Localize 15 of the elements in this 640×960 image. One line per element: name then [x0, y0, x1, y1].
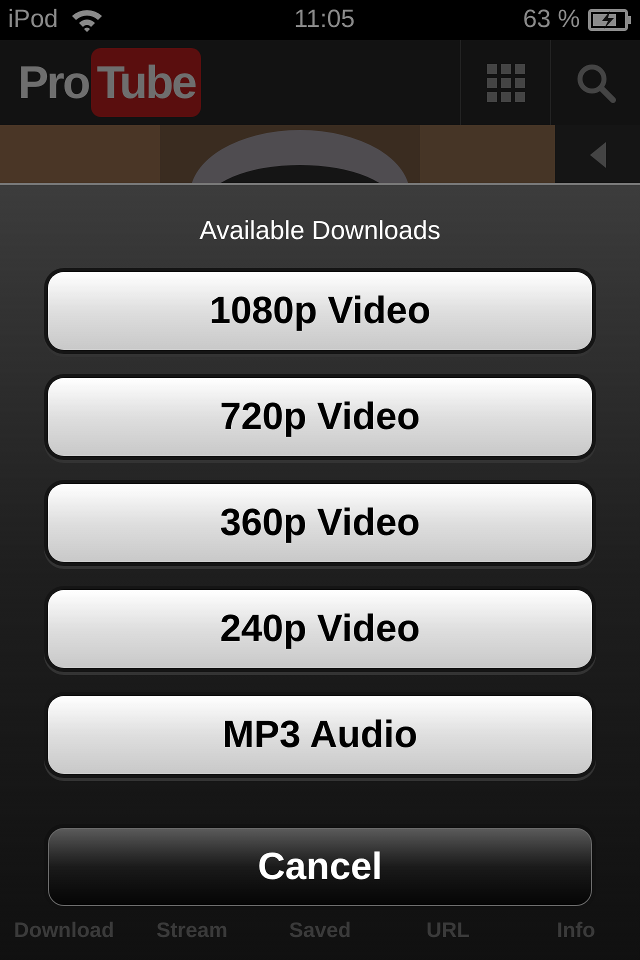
battery-percent: 63 % — [523, 4, 580, 36]
download-option-button[interactable]: 720p Video — [48, 378, 592, 456]
battery-charging-icon — [588, 9, 632, 31]
carrier-name: iPod — [8, 4, 58, 36]
search-icon — [576, 62, 616, 102]
collapse-arrow-icon — [590, 142, 606, 168]
download-option-button[interactable]: 1080p Video — [48, 272, 592, 350]
app-logo: Pro Tube — [0, 40, 460, 125]
grid-icon — [486, 64, 524, 102]
clock-time: 11:05 — [294, 4, 355, 36]
download-option-button[interactable]: 240p Video — [48, 590, 592, 668]
sheet-title: Available Downloads — [200, 214, 440, 247]
wifi-icon — [70, 7, 104, 33]
download-option-button[interactable]: 360p Video — [48, 484, 592, 562]
download-option-button[interactable]: MP3 Audio — [48, 696, 592, 774]
